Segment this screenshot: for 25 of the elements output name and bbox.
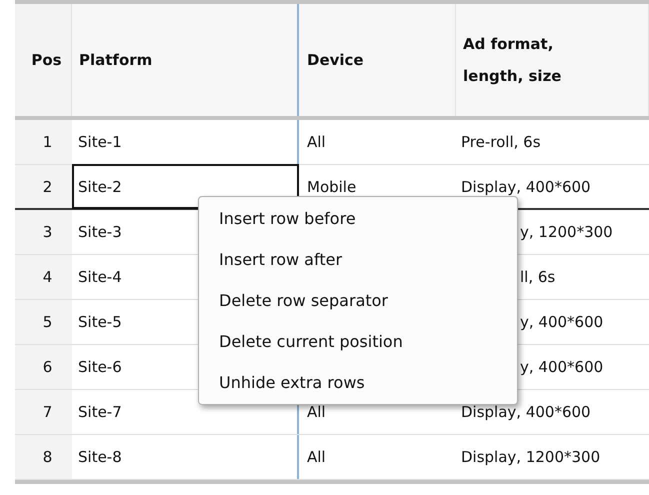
row-number: 2 — [15, 165, 72, 208]
table-cell: Display, 400*600 — [461, 178, 591, 196]
row-number: 8 — [15, 435, 72, 479]
row-number: 5 — [15, 300, 72, 344]
table-cell: All — [307, 448, 326, 466]
row-number: 6 — [15, 345, 72, 389]
table-cell: Mobile — [307, 178, 356, 196]
column-header[interactable]: Device — [299, 4, 456, 116]
table-cell: y, 400*600 — [520, 313, 604, 331]
table-cell: ll, 6s — [520, 268, 556, 286]
column-header[interactable]: Ad format, length, size — [456, 4, 649, 116]
table-cell: All — [307, 403, 326, 421]
row-number: 1 — [15, 120, 72, 164]
table-cell[interactable]: Site-8 — [72, 435, 299, 479]
column-header[interactable]: Platform — [72, 4, 299, 116]
table-cell: Display, 1200*300 — [461, 448, 600, 466]
row-number: 3 — [15, 210, 72, 254]
table-cell: Display, 400*600 — [461, 403, 591, 421]
row-number: 7 — [15, 390, 72, 434]
table-cell: y, 400*600 — [520, 358, 604, 376]
table-cell[interactable]: Site-1 — [72, 120, 299, 164]
table-cell: All — [307, 133, 326, 151]
row-number: 4 — [15, 255, 72, 299]
table-cell: Pre-roll, 6s — [461, 133, 541, 151]
table-cell: y, 1200*300 — [520, 223, 613, 241]
